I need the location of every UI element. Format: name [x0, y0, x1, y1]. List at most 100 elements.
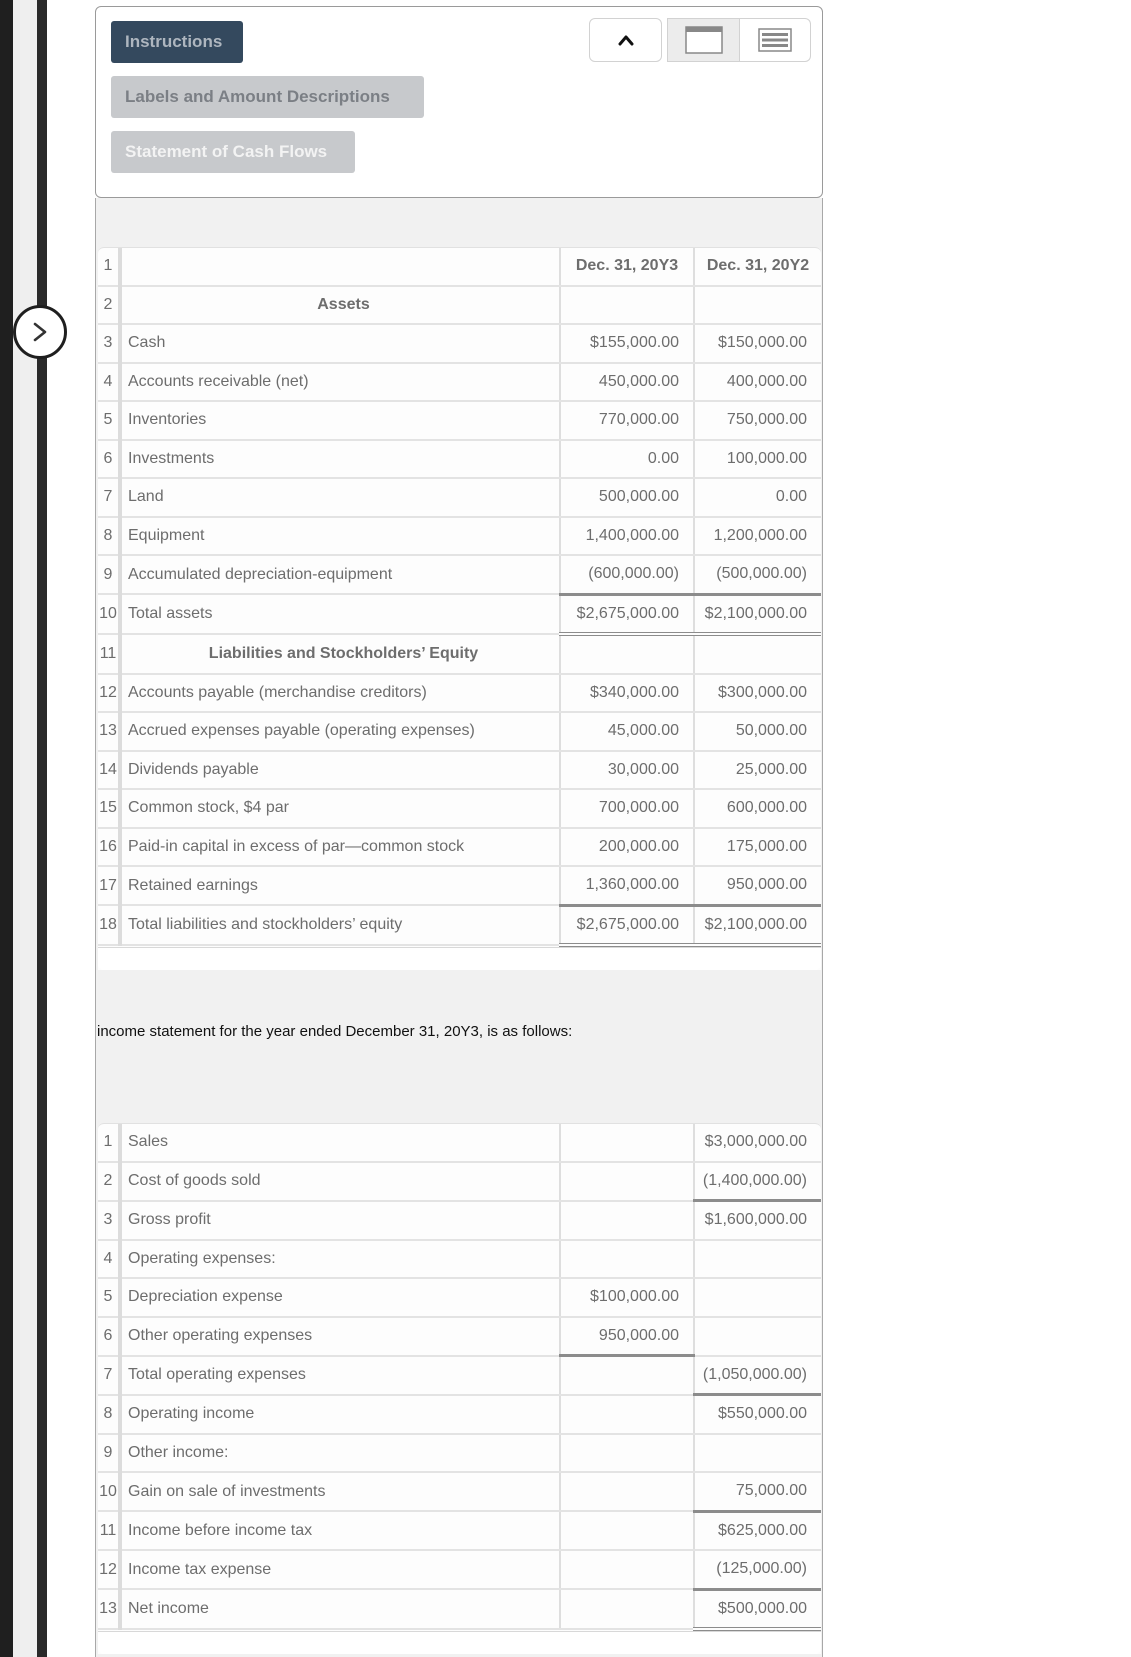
amount-outer[interactable]	[693, 1316, 821, 1357]
tab-statement-of-cash-flows[interactable]: Statement of Cash Flows	[111, 131, 355, 173]
amount-20y2[interactable]: $150,000.00	[693, 324, 821, 364]
amount-20y2[interactable]: 0.00	[693, 478, 821, 518]
table-row: 11 Liabilities and Stockholders’ Equity	[98, 634, 821, 675]
amount-inner[interactable]	[559, 1355, 694, 1396]
amount-20y2[interactable]	[693, 634, 821, 675]
amount-inner[interactable]	[559, 1239, 694, 1279]
amount-20y2[interactable]: $2,100,000.00	[693, 592, 821, 636]
amount-outer[interactable]: (125,000.00)	[693, 1550, 821, 1591]
row-label: Land	[120, 478, 560, 518]
amount-20y3[interactable]: 450,000.00	[559, 362, 694, 402]
amount-20y3[interactable]: 45,000.00	[559, 712, 694, 752]
amount-outer[interactable]: 75,000.00	[693, 1472, 821, 1513]
row-number: 9	[98, 1433, 122, 1473]
row-number: 13	[98, 712, 122, 752]
amount-inner[interactable]: 950,000.00	[559, 1316, 694, 1357]
amount-20y2[interactable]: $300,000.00	[693, 673, 821, 713]
amount-inner[interactable]	[559, 1161, 694, 1202]
amount-outer[interactable]: $550,000.00	[693, 1394, 821, 1435]
amount-inner[interactable]	[559, 1200, 694, 1241]
amount-outer[interactable]: (1,400,000.00)	[693, 1161, 821, 1202]
amount-inner[interactable]	[559, 1433, 694, 1473]
amount-outer[interactable]	[693, 1278, 821, 1318]
amount-20y3[interactable]	[559, 634, 694, 675]
amount-20y2[interactable]: (500,000.00)	[693, 555, 821, 595]
amount-20y2[interactable]	[693, 285, 821, 325]
row-number: 10	[98, 1472, 122, 1512]
amount-20y2[interactable]: 750,000.00	[693, 401, 821, 441]
amount-20y3[interactable]: 200,000.00	[559, 827, 694, 867]
amount-20y2[interactable]: 100,000.00	[693, 439, 821, 479]
amount-20y2[interactable]: 600,000.00	[693, 789, 821, 829]
table-row: 8 Equipment 1,400,000.00 1,200,000.00	[98, 516, 821, 556]
list-view-button[interactable]	[740, 18, 811, 62]
amount-20y3[interactable]: $2,675,000.00	[559, 903, 694, 947]
row-label: Other operating expenses	[120, 1316, 560, 1357]
amount-20y3[interactable]: 500,000.00	[559, 478, 694, 518]
amount-outer[interactable]	[693, 1239, 821, 1279]
row-number: 4	[98, 1239, 122, 1279]
amount-20y2[interactable]: 400,000.00	[693, 362, 821, 402]
amount-20y3[interactable]: 770,000.00	[559, 401, 694, 441]
row-label: Total liabilities and stockholders’ equi…	[120, 905, 560, 946]
amount-inner[interactable]	[559, 1589, 694, 1630]
balance-sheet: 1 Dec. 31, 20Y3 Dec. 31, 20Y2 2 Assets 3 Cash $…	[98, 247, 821, 970]
row-label: Accrued expenses payable (operating expe…	[120, 712, 560, 752]
table-row: 10 Gain on sale of investments 75,000.00	[98, 1472, 821, 1513]
amount-20y2[interactable]: 25,000.00	[693, 750, 821, 790]
row-number: 14	[98, 750, 122, 790]
amount-20y3[interactable]: $340,000.00	[559, 673, 694, 713]
section-heading: Liabilities and Stockholders’ Equity	[120, 634, 560, 675]
amount-20y2[interactable]: 950,000.00	[693, 866, 821, 906]
amount-inner[interactable]	[559, 1511, 694, 1551]
amount-inner[interactable]	[559, 1550, 694, 1590]
amount-20y3[interactable]: 30,000.00	[559, 750, 694, 790]
amount-20y3[interactable]: $2,675,000.00	[559, 592, 694, 636]
row-label: Paid-in capital in excess of par—common …	[120, 827, 560, 867]
amount-outer[interactable]	[693, 1433, 821, 1473]
amount-outer[interactable]: (1,050,000.00)	[693, 1355, 821, 1396]
amount-20y3[interactable]	[559, 285, 694, 325]
amount-20y3[interactable]: 0.00	[559, 439, 694, 479]
amount-20y2[interactable]: 50,000.00	[693, 712, 821, 752]
amount-20y3[interactable]: 1,400,000.00	[559, 516, 694, 556]
amount-20y2[interactable]: $2,100,000.00	[693, 903, 821, 947]
amount-20y2[interactable]: 175,000.00	[693, 827, 821, 867]
row-number: 8	[98, 1394, 122, 1435]
expand-panel-button[interactable]	[13, 305, 67, 359]
row-label: Accounts receivable (net)	[120, 362, 560, 402]
row-number: 1	[98, 248, 122, 287]
amount-20y3[interactable]: (600,000.00)	[559, 555, 694, 595]
collapse-button[interactable]	[589, 18, 662, 62]
tab-labels-and-amount-descriptions[interactable]: Labels and Amount Descriptions	[111, 76, 424, 118]
table-row: 4 Operating expenses:	[98, 1239, 821, 1279]
amount-inner[interactable]: $100,000.00	[559, 1278, 694, 1318]
row-number: 5	[98, 401, 122, 441]
table-row: 11 Income before income tax $625,000.00	[98, 1511, 821, 1551]
row-number: 6	[98, 1316, 122, 1357]
row-label: Total assets	[120, 594, 560, 635]
amount-outer[interactable]: $625,000.00	[693, 1511, 821, 1551]
tab-instructions[interactable]: Instructions	[111, 21, 243, 63]
amount-inner[interactable]	[559, 1124, 694, 1163]
row-label: Total operating expenses	[120, 1355, 560, 1396]
amount-20y3[interactable]: 700,000.00	[559, 789, 694, 829]
row-label: Other income:	[120, 1433, 560, 1473]
row-number: 9	[98, 555, 122, 595]
row-label: Accumulated depreciation-equipment	[120, 555, 560, 595]
row-number: 1	[98, 1124, 122, 1163]
row-label: Inventories	[120, 401, 560, 441]
row-label: Income before income tax	[120, 1511, 560, 1551]
amount-inner[interactable]	[559, 1472, 694, 1512]
table-row: 18 Total liabilities and stockholders’ eq…	[98, 903, 821, 947]
amount-outer[interactable]: $1,600,000.00	[693, 1200, 821, 1241]
amount-20y2[interactable]: 1,200,000.00	[693, 516, 821, 556]
amount-outer[interactable]: $3,000,000.00	[693, 1124, 821, 1163]
amount-20y3[interactable]: $155,000.00	[559, 324, 694, 364]
amount-inner[interactable]	[559, 1394, 694, 1435]
amount-outer[interactable]: $500,000.00	[693, 1589, 821, 1631]
amount-20y3[interactable]: 1,360,000.00	[559, 866, 694, 906]
row-label: Cash	[120, 324, 560, 364]
window-view-button[interactable]	[667, 18, 740, 62]
table-row: 12 Income tax expense (125,000.00)	[98, 1550, 821, 1591]
